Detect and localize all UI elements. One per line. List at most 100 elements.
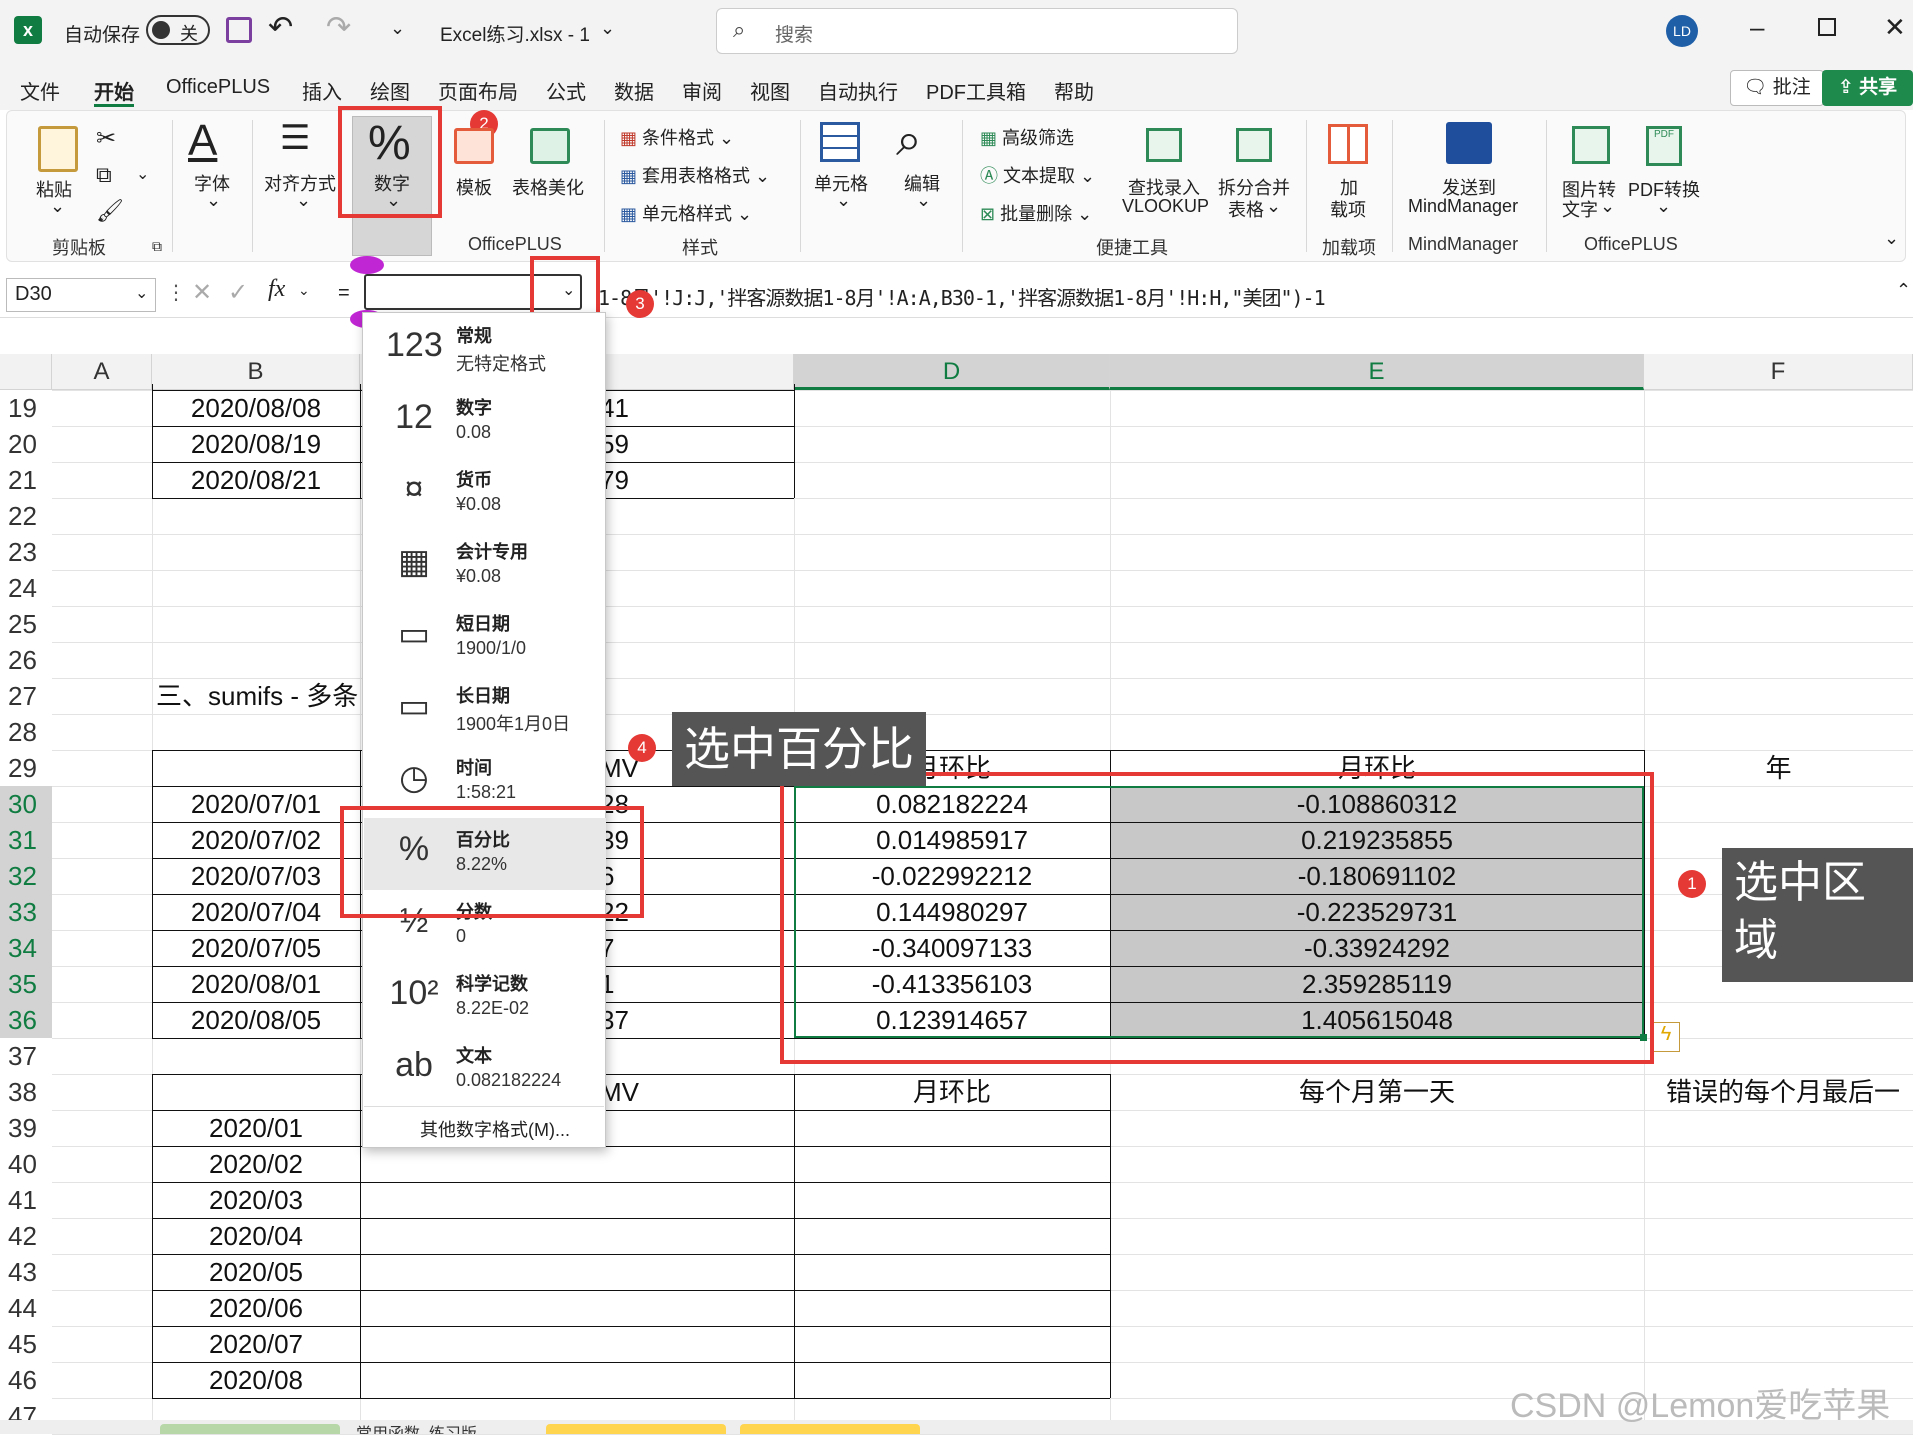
row-header-35[interactable]: 35 — [0, 966, 52, 1002]
row-header-46[interactable]: 46 — [0, 1362, 52, 1398]
cell-b43[interactable]: 2020/05 — [152, 1254, 360, 1290]
more-number-formats-link[interactable]: 其他数字格式(M)... — [420, 1116, 570, 1142]
cell-style-button[interactable]: ▦ 单元格样式 ⌄ — [620, 200, 752, 226]
chevron-down-icon[interactable]: ⌄ — [836, 190, 851, 211]
table-beautify-label[interactable]: 表格美化 — [512, 174, 584, 200]
tab-automate[interactable]: 自动执行 — [818, 76, 898, 105]
template-label[interactable]: 模板 — [456, 174, 492, 200]
number-format-option[interactable]: ▦ 会计专用 ¥0.08 — [364, 530, 606, 602]
chevron-down-icon[interactable]: ⌄ — [296, 190, 311, 211]
tab-file[interactable]: 文件 — [20, 76, 60, 105]
row-header-25[interactable]: 25 — [0, 606, 52, 642]
cell-b32[interactable]: 2020/07/03 — [152, 858, 360, 894]
cell-b21[interactable]: 2020/08/21 — [152, 462, 360, 498]
sheet-tab[interactable] — [740, 1424, 920, 1434]
vlookup-icon[interactable] — [1146, 128, 1182, 162]
cell-c34[interactable]: 7 — [600, 930, 780, 966]
tab-help[interactable]: 帮助 — [1054, 76, 1094, 105]
row-header-34[interactable]: 34 — [0, 930, 52, 966]
cell-b30[interactable]: 2020/07/01 — [152, 786, 360, 822]
fx-icon[interactable]: fx — [268, 276, 285, 303]
row-header-42[interactable]: 42 — [0, 1218, 52, 1254]
row-header-28[interactable]: 28 — [0, 714, 52, 750]
chevron-down-icon[interactable]: ⌄ — [1266, 196, 1281, 217]
row-header-29[interactable]: 29 — [0, 750, 52, 786]
row-header-30[interactable]: 30 — [0, 786, 52, 822]
chevron-down-icon[interactable]: ⌄ — [298, 282, 310, 299]
row-header-24[interactable]: 24 — [0, 570, 52, 606]
cell-b20[interactable]: 2020/08/19 — [152, 426, 360, 462]
cell-c36[interactable]: 37 — [600, 1002, 780, 1038]
chevron-down-icon[interactable]: ⌄ — [206, 190, 221, 211]
minimize-icon[interactable]: – — [1750, 12, 1764, 43]
col-header-d[interactable]: D — [794, 354, 1110, 390]
cell-b44[interactable]: 2020/06 — [152, 1290, 360, 1326]
cell-b19[interactable]: 2020/08/08 — [152, 390, 360, 426]
cell-c19[interactable]: 41 — [600, 390, 780, 426]
cond-format-button[interactable]: ▦ 条件格式 ⌄ — [620, 124, 734, 150]
find-icon[interactable]: ⌕ — [896, 112, 922, 168]
paste-icon[interactable] — [38, 126, 78, 172]
number-format-option[interactable]: ▭ 短日期 1900/1/0 — [364, 602, 606, 674]
autosave-toggle[interactable]: 关 — [146, 15, 210, 45]
chevron-down-icon[interactable]: ⌄ — [135, 283, 148, 303]
row-header-45[interactable]: 45 — [0, 1326, 52, 1362]
template-icon[interactable] — [454, 128, 494, 164]
cell-b34[interactable]: 2020/07/05 — [152, 930, 360, 966]
cell-c20[interactable]: 59 — [600, 426, 780, 462]
chevron-down-icon[interactable]: ⌄ — [50, 196, 65, 217]
row-header-39[interactable]: 39 — [0, 1110, 52, 1146]
corner-select-all[interactable] — [0, 354, 52, 390]
pdf-convert-icon[interactable]: PDF — [1646, 126, 1682, 166]
tab-insert[interactable]: 插入 — [302, 76, 342, 105]
cell-b42[interactable]: 2020/04 — [152, 1218, 360, 1254]
cut-icon[interactable]: ✂ — [96, 124, 116, 153]
close-icon[interactable]: ✕ — [1884, 12, 1906, 43]
tab-formulas[interactable]: 公式 — [546, 76, 586, 105]
split-merge-icon[interactable] — [1236, 128, 1272, 162]
cell-b31[interactable]: 2020/07/02 — [152, 822, 360, 858]
number-format-option[interactable]: ¤ 货币 ¥0.08 — [364, 458, 606, 530]
cell-d38[interactable]: 月环比 — [794, 1074, 1110, 1110]
row-header-38[interactable]: 38 — [0, 1074, 52, 1110]
row-header-31[interactable]: 31 — [0, 822, 52, 858]
col-header-a[interactable]: A — [52, 354, 152, 390]
row-header-43[interactable]: 43 — [0, 1254, 52, 1290]
split-label-2[interactable]: 表格 — [1228, 196, 1264, 222]
font-icon[interactable]: A — [188, 116, 217, 166]
search-box[interactable]: ⌕ 搜索 — [716, 8, 1238, 54]
chevron-down-icon[interactable]: ⌄ — [916, 190, 931, 211]
row-header-36[interactable]: 36 — [0, 1002, 52, 1038]
row-header-32[interactable]: 32 — [0, 858, 52, 894]
row-header-21[interactable]: 21 — [0, 462, 52, 498]
col-header-b[interactable]: B — [152, 354, 360, 390]
cell-c38[interactable]: MV — [600, 1074, 780, 1110]
lookup-label-2[interactable]: VLOOKUP — [1122, 196, 1209, 217]
cell-b35[interactable]: 2020/08/01 — [152, 966, 360, 1002]
row-header-20[interactable]: 20 — [0, 426, 52, 462]
save-icon[interactable] — [226, 17, 252, 43]
customize-qat-icon[interactable]: ⌄ — [390, 18, 405, 39]
formula-text[interactable]: 1-8月'!J:J,'拌客源数据1-8月'!A:A,B30-1,'拌客源数据1-… — [598, 282, 1326, 311]
cell-b39[interactable]: 2020/01 — [152, 1110, 360, 1146]
image-to-text-label-2[interactable]: 文字 — [1562, 196, 1598, 222]
name-box[interactable]: D30 ⌄ — [6, 278, 156, 312]
tab-page-layout[interactable]: 页面布局 — [438, 76, 518, 105]
row-header-44[interactable]: 44 — [0, 1290, 52, 1326]
number-format-option[interactable]: 123 常规 无特定格式 — [364, 314, 606, 386]
number-format-option[interactable]: 12 数字 0.08 — [364, 386, 606, 458]
table-beautify-icon[interactable] — [530, 128, 570, 164]
addins-label-2[interactable]: 载项 — [1330, 196, 1366, 222]
cell-b45[interactable]: 2020/07 — [152, 1326, 360, 1362]
number-format-option[interactable]: ab 文本 0.082182224 — [364, 1034, 606, 1106]
share-button[interactable]: ⇪ 共享 — [1822, 70, 1913, 106]
tab-officeplus[interactable]: OfficePLUS — [166, 76, 270, 99]
redo-icon[interactable]: ↷ — [326, 10, 351, 45]
row-header-41[interactable]: 41 — [0, 1182, 52, 1218]
cells-icon[interactable] — [820, 122, 860, 162]
tab-pdf-toolbox[interactable]: PDF工具箱 — [926, 76, 1026, 105]
batch-delete-button[interactable]: ⊠ 批量删除 ⌄ — [980, 200, 1092, 226]
chevron-down-icon[interactable]: ⌄ — [1600, 196, 1615, 217]
col-header-e[interactable]: E — [1110, 354, 1644, 390]
row-header-22[interactable]: 22 — [0, 498, 52, 534]
